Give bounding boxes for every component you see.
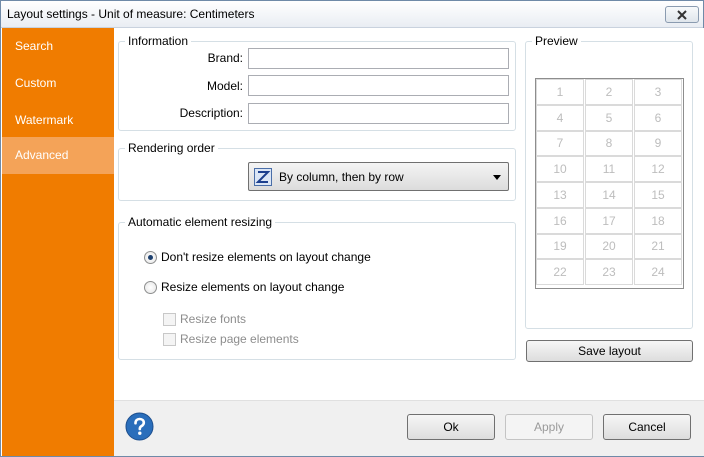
resize-page-elements-checkbox — [163, 332, 176, 346]
close-icon — [677, 9, 687, 20]
preview-cell: 9 — [634, 130, 682, 157]
sidebar-item-advanced[interactable]: Advanced — [2, 137, 114, 174]
preview-cell: 19 — [536, 233, 584, 260]
cancel-button[interactable]: Cancel — [603, 414, 691, 440]
preview-cell: 2 — [585, 79, 633, 105]
preview-cell: 14 — [585, 182, 633, 208]
sidebar-item-custom[interactable]: Custom — [2, 65, 114, 102]
ok-button[interactable]: Ok — [407, 414, 495, 440]
preview-cell: 5 — [585, 104, 633, 131]
title-bar: Layout settings - Unit of measure: Centi… — [1, 1, 703, 28]
preview-cell: 1 — [536, 79, 584, 105]
preview-cell: 21 — [634, 233, 682, 260]
preview-cell: 6 — [634, 104, 682, 131]
resize-page-elements-row: Resize page elements — [163, 332, 299, 346]
preview-cell: 10 — [536, 156, 584, 182]
resizing-legend: Automatic element resizing — [125, 215, 276, 229]
sidebar-item-watermark[interactable]: Watermark — [2, 102, 114, 139]
preview-cell: 8 — [585, 130, 633, 157]
preview-cell: 11 — [585, 156, 633, 182]
sidebar-item-search[interactable]: Search — [2, 28, 114, 65]
apply-button[interactable]: Apply — [505, 414, 593, 440]
save-layout-button[interactable]: Save layout — [526, 340, 693, 362]
no-resize-label: Don't resize elements on layout change — [161, 250, 371, 264]
preview-cell: 18 — [634, 207, 682, 234]
preview-cell: 4 — [536, 104, 584, 131]
resize-radio[interactable] — [144, 280, 157, 294]
resize-page-elements-label: Resize page elements — [180, 332, 299, 346]
preview-cell: 22 — [536, 259, 584, 285]
preview-cell: 15 — [634, 182, 682, 208]
rendering-order-legend: Rendering order — [125, 141, 218, 155]
brand-label: Brand: — [207, 51, 243, 65]
rendering-order-select[interactable]: By column, then by row — [248, 162, 509, 191]
rendering-order-value: By column, then by row — [279, 170, 404, 184]
preview-cell: 16 — [536, 207, 584, 234]
brand-field[interactable] — [248, 48, 509, 69]
chevron-down-icon — [493, 175, 501, 180]
preview-cell: 7 — [536, 130, 584, 157]
preview-cell: 20 — [585, 233, 633, 260]
no-resize-radio-row[interactable]: Don't resize elements on layout change — [144, 250, 371, 264]
preview-cell: 3 — [634, 79, 682, 105]
z-order-icon — [254, 168, 272, 186]
window-title: Layout settings - Unit of measure: Centi… — [7, 7, 255, 21]
layout-settings-window: Layout settings - Unit of measure: Centi… — [0, 0, 704, 457]
no-resize-radio[interactable] — [144, 250, 157, 264]
preview-cell: 12 — [634, 156, 682, 182]
resize-fonts-row: Resize fonts — [163, 312, 246, 326]
information-legend: Information — [125, 34, 192, 48]
preview-legend: Preview — [532, 34, 581, 48]
resize-fonts-label: Resize fonts — [180, 312, 247, 326]
preview-cell: 13 — [536, 182, 584, 208]
preview-cell: 24 — [634, 259, 682, 285]
resize-fonts-checkbox — [163, 312, 176, 326]
model-label: Model: — [206, 79, 243, 93]
preview-grid: 1 2 3 4 5 6 7 8 9 10 11 12 13 14 15 16 1… — [535, 78, 684, 289]
preview-cell: 23 — [585, 259, 633, 285]
sidebar: Search Custom Watermark Advanced — [2, 28, 114, 456]
preview-cell: 17 — [585, 207, 633, 234]
description-field[interactable] — [248, 103, 509, 124]
resize-label: Resize elements on layout change — [161, 280, 345, 294]
model-field[interactable] — [248, 75, 509, 96]
description-label: Description: — [179, 106, 243, 120]
resize-radio-row[interactable]: Resize elements on layout change — [144, 280, 344, 294]
close-button[interactable] — [665, 6, 699, 23]
help-icon[interactable] — [125, 412, 154, 441]
